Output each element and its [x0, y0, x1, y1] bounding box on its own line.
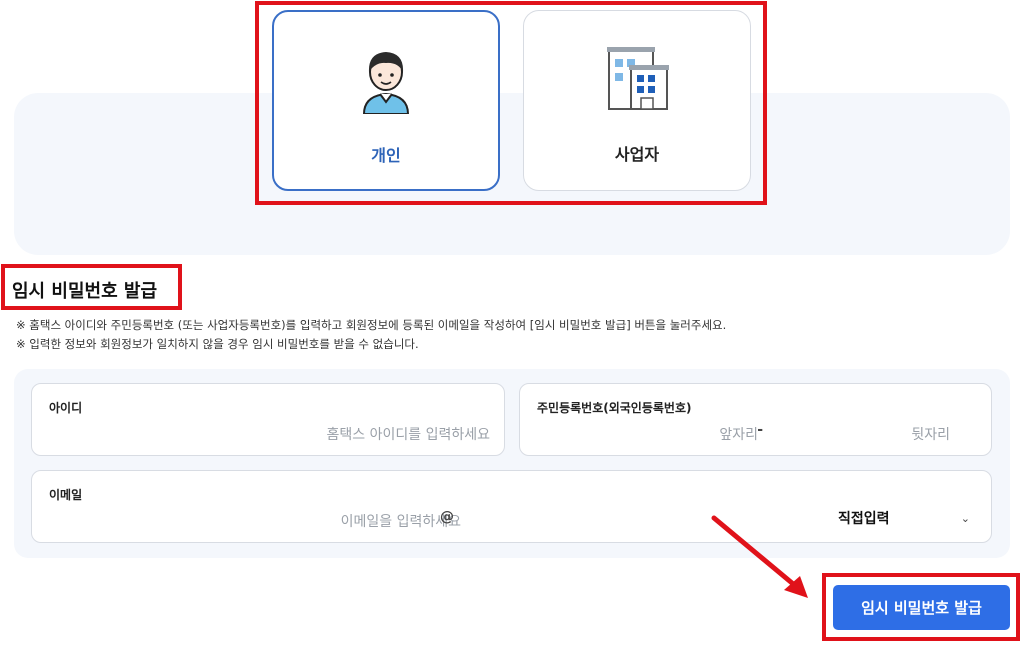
highlight-box-user-type — [255, 1, 767, 205]
chevron-down-icon: ⌄ — [960, 511, 970, 525]
rrn-back-input[interactable]: 뒷자리 — [911, 424, 950, 444]
rrn-front-input[interactable]: 앞자리 — [719, 424, 758, 444]
issue-temp-password-button[interactable]: 임시 비밀번호 발급 — [833, 585, 1010, 630]
password-reset-page: 개인 사업자 임시 비밀번호 발급 ※ 홈택스 아이디와 주민등록번호 (또는 … — [0, 0, 1024, 645]
annotation-arrow-icon — [711, 515, 808, 598]
email-label: 이메일 — [49, 488, 83, 502]
rrn-separator: - — [757, 422, 763, 438]
notice-text-2: ※ 입력한 정보와 회원정보가 일치하지 않을 경우 임시 비밀번호를 받을 수… — [16, 337, 419, 351]
email-domain-select[interactable]: 직접입력 ⌄ — [808, 501, 984, 535]
id-field[interactable]: 아이디 홈택스 아이디를 입력하세요 — [31, 383, 505, 456]
email-domain-value: 직접입력 — [838, 511, 890, 527]
id-label: 아이디 — [49, 401, 83, 415]
email-field: 이메일 이메일을 입력하세요 @ 직접입력 ⌄ — [31, 470, 992, 543]
email-at-sign: @ — [440, 509, 454, 525]
rrn-label: 주민등록번호(외국인등록번호) — [537, 401, 692, 415]
highlight-box-title — [1, 264, 182, 310]
id-input-placeholder[interactable]: 홈택스 아이디를 입력하세요 — [327, 424, 490, 444]
rrn-field: 주민등록번호(외국인등록번호) 앞자리 - 뒷자리 — [519, 383, 992, 456]
notice-text-1: ※ 홈택스 아이디와 주민등록번호 (또는 사업자등록번호)를 입력하고 회원정… — [16, 318, 727, 332]
